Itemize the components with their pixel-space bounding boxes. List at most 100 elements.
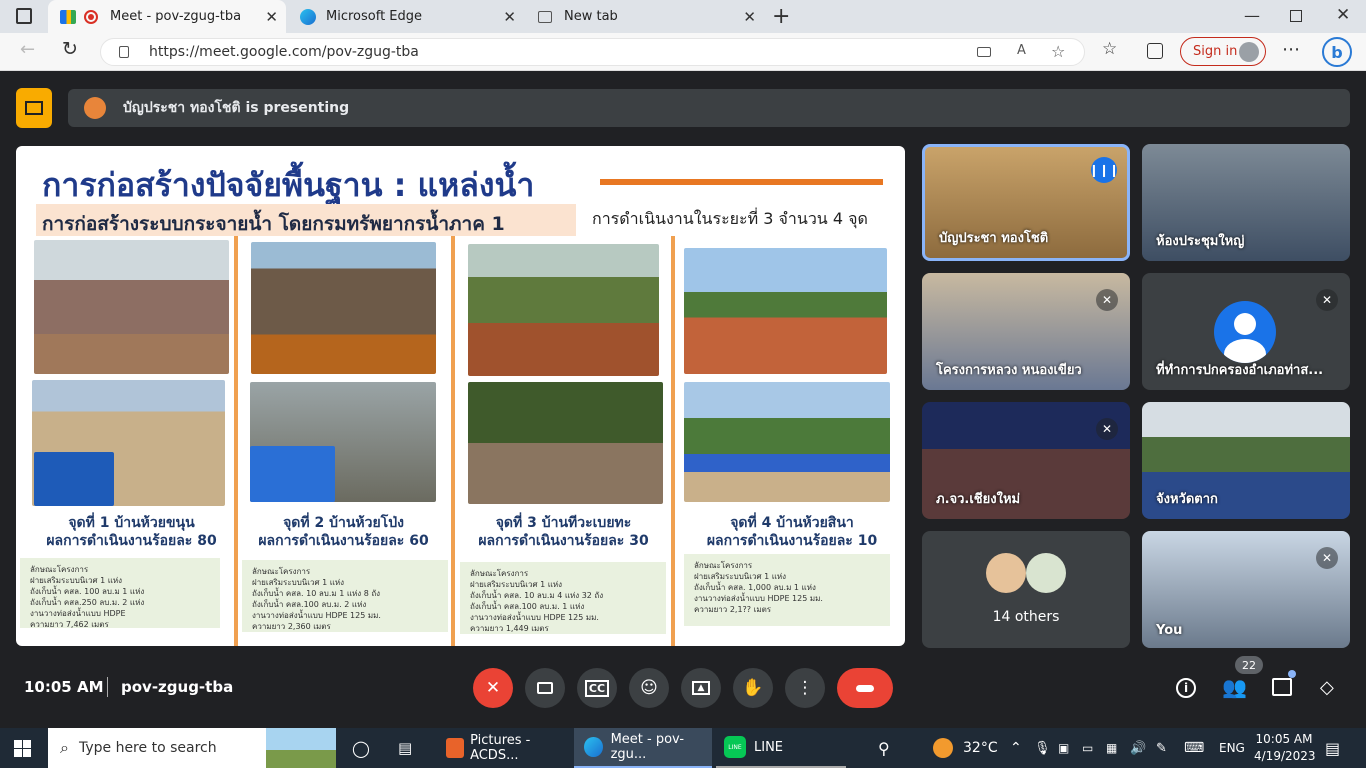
task-view-icon[interactable]: ◯ <box>352 728 370 768</box>
minimize-icon[interactable]: — <box>1244 6 1260 25</box>
leave-call-button[interactable] <box>837 668 893 708</box>
tab-new[interactable]: New tab ✕ <box>526 0 764 33</box>
refresh-icon[interactable]: ↻ <box>62 38 78 60</box>
more-options-button[interactable]: ⋮ <box>785 668 825 708</box>
favorite-star-icon[interactable]: ☆ <box>1051 42 1065 61</box>
tank-construction-photo <box>251 242 436 374</box>
participant-tile[interactable]: ✕ ที่ทำการปกครองอำเภอท่าส... <box>1142 273 1350 390</box>
raise-hand-button[interactable]: ✋ <box>733 668 773 708</box>
address-bar[interactable]: https://meet.google.com/pov-zgug-tba A ☆ <box>100 38 1085 66</box>
point-caption: จุดที่ 3 บ้านทีวะเบยทะ ผลการดำเนินงานร้อย… <box>478 515 649 549</box>
volume-icon[interactable]: 🔊 <box>1130 728 1146 768</box>
present-button[interactable]: ▲ <box>681 668 721 708</box>
collections-icon[interactable] <box>1147 43 1163 59</box>
taskbar-app-acdsee[interactable]: Pictures - ACDS... <box>438 728 572 768</box>
back-icon[interactable]: ← <box>20 39 35 60</box>
separator <box>107 677 108 697</box>
participant-tile-presenter[interactable]: ❙❙❙ บัญประชา ทองโชติ <box>922 144 1130 261</box>
tab-actions-icon[interactable] <box>16 8 32 24</box>
sun-icon <box>933 738 953 758</box>
camera-icon[interactable] <box>977 47 991 57</box>
windows-taskbar: ⌕ Type here to search ◯ ▤ Pictures - ACD… <box>0 728 1366 768</box>
participant-name: โครงการหลวง หนองเขียว <box>936 363 1082 378</box>
meeting-details-icon[interactable]: i <box>1176 678 1196 698</box>
others-tile[interactable]: 14 others <box>922 531 1130 648</box>
tab-edge[interactable]: Microsoft Edge ✕ <box>288 0 524 33</box>
participant-tile[interactable]: จังหวัดตาก <box>1142 402 1350 519</box>
people-icon[interactable]: 👥 <box>1222 675 1247 699</box>
participant-name: ภ.จว.เชียงใหม่ <box>936 492 1021 507</box>
activities-icon[interactable]: ◇ <box>1320 677 1334 698</box>
temperature: 32°C <box>963 740 998 756</box>
tab-label: Meet - pov-zgug-tba <box>110 9 242 24</box>
point-caption: จุดที่ 1 บ้านห้วยขนุน ผลการดำเนินงานร้อยล… <box>46 515 217 549</box>
more-options-icon[interactable]: ⋯ <box>1282 39 1300 60</box>
recording-icon <box>84 9 98 24</box>
tray-overflow-icon[interactable]: ⌃ <box>1010 728 1022 768</box>
presentation-icon[interactable] <box>16 88 52 128</box>
start-button[interactable] <box>14 728 31 768</box>
camera-tray-icon[interactable]: ▣ <box>1058 728 1069 768</box>
participant-tile[interactable]: ✕ ภ.จว.เชียงใหม่ <box>922 402 1130 519</box>
people-count-badge: 22 <box>1235 656 1263 674</box>
widgets-icon[interactable]: ▤ <box>398 728 412 768</box>
participant-tile[interactable]: ✕ โครงการหลวง หนองเขียว <box>922 273 1130 390</box>
acdsee-icon <box>446 738 465 758</box>
sign-in-label: Sign in <box>1193 44 1238 59</box>
keyboard-icon[interactable]: ⌨ <box>1184 728 1204 768</box>
close-tab-icon[interactable]: ✕ <box>265 8 278 26</box>
close-tab-icon[interactable]: ✕ <box>743 8 756 26</box>
meeting-time: 10:05 AM <box>24 678 104 696</box>
mic-off-button[interactable]: ✕ <box>473 668 513 708</box>
speaking-indicator-icon: ❙❙❙ <box>1089 157 1119 183</box>
people-tray-icon[interactable]: ⚲ <box>878 728 890 768</box>
bing-icon[interactable]: b <box>1322 37 1352 67</box>
tray-app-icon[interactable]: ▦ <box>1106 728 1117 768</box>
chat-icon[interactable] <box>1272 678 1292 696</box>
tab-meet[interactable]: Meet - pov-zgug-tba ✕ <box>48 0 286 33</box>
search-icon: ⌕ <box>60 738 69 757</box>
close-window-icon[interactable]: ✕ <box>1336 5 1350 25</box>
favorites-icon[interactable]: ☆ <box>1102 39 1117 59</box>
camera-icon <box>537 682 553 694</box>
avatar <box>1026 553 1066 593</box>
url-text: https://meet.google.com/pov-zgug-tba <box>149 44 419 60</box>
network-icon[interactable]: ▭ <box>1082 728 1093 768</box>
new-tab-plus-icon[interactable]: + <box>772 4 790 29</box>
presenter-banner: บัญประชา ทองโชติ is presenting <box>68 89 1350 127</box>
more-vert-icon: ⋮ <box>796 678 814 698</box>
taskbar-search[interactable]: ⌕ Type here to search <box>48 728 336 768</box>
restore-icon[interactable] <box>1290 10 1302 22</box>
pen-icon[interactable]: ✎ <box>1156 728 1167 768</box>
taskbar-app-meet[interactable]: Meet - pov-zgu... <box>574 728 712 768</box>
taskbar-app-label: LINE <box>754 739 784 755</box>
address-toolbar: ← ↻ https://meet.google.com/pov-zgug-tba… <box>0 33 1366 71</box>
present-screen-icon: ▲ <box>692 681 710 695</box>
camera-button[interactable] <box>525 668 565 708</box>
captions-button[interactable]: CC <box>577 668 617 708</box>
taskbar-app-line[interactable]: LINE LINE <box>716 728 846 768</box>
meeting-code: pov-zgug-tba <box>121 678 234 696</box>
emoji-icon: ☺ <box>640 678 658 698</box>
weather-widget[interactable]: 32°C <box>933 728 998 768</box>
emoji-button[interactable]: ☺ <box>629 668 669 708</box>
sign-in-button[interactable]: Sign in <box>1180 37 1266 66</box>
column-divider <box>234 236 238 646</box>
participant-tile[interactable]: ห้องประชุมใหญ่ <box>1142 144 1350 261</box>
microphone-tray-icon[interactable]: 🎙 <box>1034 728 1051 768</box>
pipe-photo <box>34 452 114 506</box>
edge-icon <box>584 737 603 757</box>
notifications-icon[interactable]: ▤ <box>1325 728 1340 768</box>
point-caption: จุดที่ 4 บ้านห้วยสินา ผลการดำเนินงานร้อยล… <box>706 515 878 549</box>
blue-pipes-photo <box>684 382 890 502</box>
excavator-photo <box>468 382 663 504</box>
participant-name: จังหวัดตาก <box>1156 492 1218 507</box>
participant-tile-self[interactable]: ✕ You <box>1142 531 1350 648</box>
input-language[interactable]: ENG <box>1219 728 1245 768</box>
browser-tab-bar: Meet - pov-zgug-tba ✕ Microsoft Edge ✕ N… <box>0 0 1366 33</box>
clock[interactable]: 10:05 AM 4/19/2023 <box>1254 731 1316 765</box>
read-aloud-icon[interactable]: A <box>1017 43 1026 58</box>
pipe-photo <box>250 446 335 502</box>
close-tab-icon[interactable]: ✕ <box>503 8 516 26</box>
meet-window: บัญประชา ทองโชติ is presenting การก่อสร้… <box>0 71 1366 728</box>
